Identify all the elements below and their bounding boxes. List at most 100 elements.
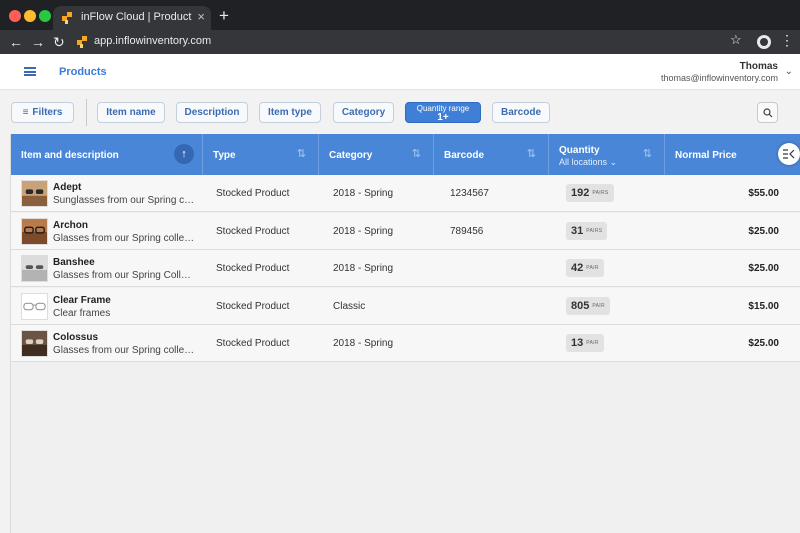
item-description: Glasses from our Spring collecti...: [53, 233, 195, 244]
filter-chip-item-name[interactable]: Item name: [97, 102, 165, 123]
back-icon[interactable]: ←: [9, 32, 23, 52]
quantity-badge: 42 PAIR: [566, 259, 604, 277]
column-barcode-label: Barcode: [444, 150, 485, 161]
item-price: $55.00: [748, 188, 779, 199]
item-name: Clear Frame: [53, 295, 111, 306]
minimize-window-button[interactable]: [24, 10, 36, 22]
inflow-logo-icon: [62, 12, 72, 24]
reload-icon[interactable]: ↻: [53, 32, 65, 52]
sort-icon[interactable]: ⇅: [527, 147, 536, 160]
column-quantity-label: Quantity: [559, 145, 600, 156]
item-price: $25.00: [748, 226, 779, 237]
item-type: Stocked Product: [216, 188, 290, 199]
item-category: 2018 - Spring: [333, 263, 394, 274]
column-item[interactable]: Item and description ↑: [11, 134, 203, 175]
item-price: $25.00: [748, 338, 779, 349]
column-barcode[interactable]: Barcode ⇅: [434, 134, 549, 175]
forward-icon[interactable]: →: [31, 32, 45, 52]
maximize-window-button[interactable]: [39, 10, 51, 22]
browser-menu-icon[interactable]: ⋮: [780, 32, 794, 49]
quantity-unit: PAIR: [586, 340, 599, 346]
table-row[interactable]: Adept Sunglasses from our Spring coll...…: [11, 175, 800, 212]
quantity-unit: PAIRS: [592, 190, 609, 196]
column-quantity[interactable]: Quantity All locations ⌄ ⇅: [549, 134, 665, 175]
close-window-button[interactable]: [9, 10, 21, 22]
hamburger-menu-icon[interactable]: [24, 67, 36, 76]
column-price-label: Normal Price: [675, 150, 737, 161]
item-type: Stocked Product: [216, 226, 290, 237]
item-price: $25.00: [748, 263, 779, 274]
column-type[interactable]: Type ⇅: [203, 134, 319, 175]
item-description: Glasses from our Spring collecti...: [53, 345, 195, 356]
address-bar: ← → ↻ app.inflowinventory.com ☆ ⋮: [0, 30, 800, 54]
url-field[interactable]: app.inflowinventory.com: [94, 35, 211, 47]
browser-account-icon[interactable]: [757, 35, 771, 49]
filter-chip-item-type[interactable]: Item type: [259, 102, 321, 123]
item-category: 2018 - Spring: [333, 338, 394, 349]
sort-icon[interactable]: ⇅: [643, 147, 652, 160]
quantity-unit: PAIR: [586, 265, 599, 271]
quantity-badge: 13 PAIR: [566, 334, 604, 352]
item-name: Adept: [53, 182, 82, 193]
item-category: 2018 - Spring: [333, 226, 394, 237]
column-category-label: Category: [329, 150, 373, 161]
product-thumbnail: [21, 293, 48, 320]
table-row[interactable]: Colossus Glasses from our Spring collect…: [11, 325, 800, 362]
sort-icon[interactable]: ⇅: [412, 147, 421, 160]
item-category: Classic: [333, 301, 366, 312]
search-button[interactable]: [757, 102, 778, 123]
tab-close-icon[interactable]: ×: [197, 9, 205, 24]
product-thumbnail: [21, 330, 48, 357]
table-row[interactable]: Clear Frame Clear frames Stocked Product…: [11, 288, 800, 325]
bookmark-star-icon[interactable]: ☆: [730, 32, 742, 48]
product-thumbnail: [21, 180, 48, 207]
quantity-badge: 805 PAIR: [566, 297, 610, 315]
quantity-badge: 31 PAIRS: [566, 222, 608, 240]
table-header: Item and description ↑ Type ⇅ Category ⇅…: [11, 134, 800, 175]
new-tab-button[interactable]: +: [219, 6, 229, 26]
table-row[interactable]: Archon Glasses from our Spring collecti.…: [11, 213, 800, 250]
search-icon: [762, 107, 772, 117]
filter-chip-description[interactable]: Description: [176, 102, 248, 123]
browser-tab-bar: inFlow Cloud | Product × +: [0, 0, 800, 30]
filters-button[interactable]: ≡ Filters: [11, 102, 74, 123]
chevron-down-icon[interactable]: ⌄: [785, 66, 793, 77]
filters-label: Filters: [32, 107, 63, 118]
page-title: Products: [59, 66, 107, 78]
item-price: $15.00: [748, 301, 779, 312]
column-category[interactable]: Category ⇅: [319, 134, 434, 175]
item-name: Colossus: [53, 332, 99, 343]
item-type: Stocked Product: [216, 338, 290, 349]
item-name: Archon: [53, 220, 88, 231]
quantity-value: 192: [571, 187, 590, 199]
user-email[interactable]: thomas@inflowinventory.com: [661, 73, 778, 83]
quantity-value: 31: [571, 225, 584, 237]
table-empty-area: [11, 362, 800, 533]
item-barcode: 789456: [450, 226, 484, 237]
quantity-unit: PAIRS: [586, 228, 603, 234]
filter-chip-barcode[interactable]: Barcode: [492, 102, 550, 123]
filter-chip-quantity-range[interactable]: Quantity range 1+: [405, 102, 481, 123]
item-name: Banshee: [53, 257, 95, 268]
item-description: Glasses from our Spring Collecti...: [53, 270, 195, 281]
quantity-value: 42: [571, 262, 584, 274]
location-dropdown[interactable]: All locations ⌄: [559, 157, 617, 168]
item-type: Stocked Product: [216, 301, 290, 312]
item-description: Sunglasses from our Spring coll...: [53, 195, 195, 206]
browser-tab[interactable]: inFlow Cloud | Product ×: [53, 6, 211, 30]
quantity-badge: 192 PAIRS: [566, 184, 614, 202]
item-type: Stocked Product: [216, 263, 290, 274]
column-type-label: Type: [213, 150, 236, 161]
user-name[interactable]: Thomas: [740, 61, 778, 72]
app-header: Products Thomas thomas@inflowinventory.c…: [0, 54, 800, 90]
filter-chip-category[interactable]: Category: [333, 102, 394, 123]
collapse-panel-icon[interactable]: [778, 143, 800, 165]
quantity-range-value: 1+: [437, 111, 449, 123]
table-row[interactable]: Banshee Glasses from our Spring Collecti…: [11, 250, 800, 287]
item-description: Clear frames: [53, 308, 111, 319]
filter-lines-icon: ≡: [22, 107, 29, 118]
item-barcode: 1234567: [450, 188, 489, 199]
sort-icon[interactable]: ⇅: [297, 147, 306, 160]
sort-ascending-icon[interactable]: ↑: [174, 144, 194, 164]
product-thumbnail: [21, 255, 48, 282]
